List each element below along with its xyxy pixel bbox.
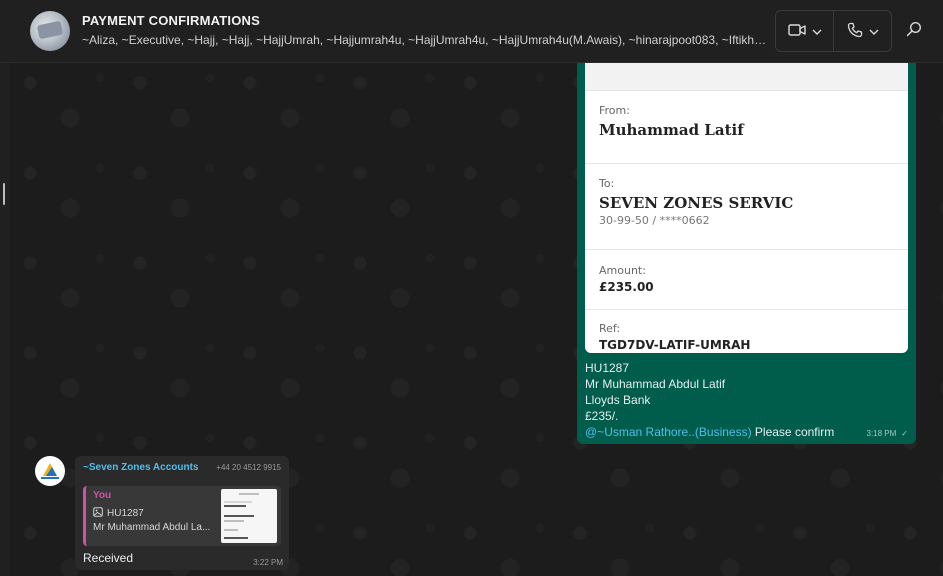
left-rail: [0, 63, 10, 576]
receipt-header-band: [585, 63, 908, 91]
resize-handle[interactable]: [3, 183, 5, 205]
caption-line: Lloyds Bank: [585, 393, 651, 407]
quote-text: HU1287: [107, 508, 144, 519]
receipt-ref-label: Ref:: [599, 322, 621, 335]
message-time: 3:22 PM: [253, 558, 283, 567]
payment-receipt-image[interactable]: From: Muhammad Latif To: SEVEN ZONES SER…: [585, 63, 908, 353]
caption-line: HU1287: [585, 361, 630, 375]
group-title: PAYMENT CONFIRMATIONS: [82, 13, 261, 28]
receipt-to-name: SEVEN ZONES SERVIC: [599, 194, 794, 212]
chevron-down-icon: [869, 24, 879, 38]
group-avatar[interactable]: [30, 11, 70, 51]
quote-line: HU1287: [93, 507, 144, 520]
receipt-amount: £235.00: [599, 280, 654, 294]
receipt-to-label: To:: [599, 177, 615, 190]
receipt-ref-section: Ref: TGD7DV-LATIF-UMRAH: [585, 310, 908, 353]
message-text: Received: [83, 551, 134, 565]
group-members: ~Aliza, ~Executive, ~Hajj, ~Hajj, ~HajjU…: [82, 33, 767, 47]
sender-avatar[interactable]: [35, 456, 65, 486]
call-controls: [775, 10, 892, 52]
incoming-message[interactable]: ~Seven Zones Accounts +44 20 4512 9915 Y…: [75, 456, 289, 570]
quote-author: You: [93, 490, 112, 501]
message-meta: 3:18 PM ✓: [867, 429, 909, 438]
video-call-button[interactable]: [776, 11, 833, 51]
search-icon: [906, 21, 922, 42]
message-list[interactable]: From: Muhammad Latif To: SEVEN ZONES SER…: [10, 63, 943, 576]
sender-name[interactable]: ~Seven Zones Accounts: [83, 462, 199, 473]
chevron-down-icon: [812, 24, 822, 38]
outgoing-message[interactable]: From: Muhammad Latif To: SEVEN ZONES SER…: [577, 63, 916, 444]
caption-text: Please confirm: [751, 425, 835, 439]
seven-zones-logo-icon: [41, 463, 59, 479]
receipt-from-section: From: Muhammad Latif: [585, 91, 908, 164]
chat-header: PAYMENT CONFIRMATIONS ~Aliza, ~Executive…: [0, 0, 943, 63]
sender-phone: +44 20 4512 9915: [216, 463, 281, 472]
video-camera-icon: [787, 23, 806, 40]
receipt-from-name: Muhammad Latif: [599, 121, 744, 139]
phone-icon: [847, 22, 863, 41]
message-caption: HU1287 Mr Muhammad Abdul Latif Lloyds Ba…: [585, 360, 834, 440]
user-mention[interactable]: @~Usman Rathore..(Business): [585, 425, 752, 439]
message-time: 3:18 PM: [866, 429, 897, 438]
receipt-to-section: To: SEVEN ZONES SERVIC 30-99-50 / ****06…: [585, 164, 908, 250]
caption-line: @~Usman Rathore..(Business) Please confi…: [585, 424, 834, 440]
search-button[interactable]: [903, 20, 925, 42]
sent-check-icon: ✓: [901, 429, 908, 438]
receipt-amount-label: Amount:: [599, 264, 646, 277]
whatsapp-window: PAYMENT CONFIRMATIONS ~Aliza, ~Executive…: [0, 0, 943, 576]
voice-call-button[interactable]: [833, 11, 891, 51]
receipt-ref: TGD7DV-LATIF-UMRAH: [599, 338, 751, 352]
caption-line: £235/.: [585, 409, 619, 423]
quote-text: Mr Muhammad Abdul La...: [93, 522, 211, 533]
chat-title-area[interactable]: PAYMENT CONFIRMATIONS ~Aliza, ~Executive…: [82, 13, 767, 47]
receipt-to-account: 30-99-50 / ****0662: [599, 214, 710, 227]
quote-thumbnail: [221, 489, 277, 543]
caption-line: Mr Muhammad Abdul Latif: [585, 377, 726, 391]
quoted-message[interactable]: You HU1287 Mr Muhammad Abdul La...: [83, 486, 281, 546]
receipt-from-label: From:: [599, 104, 630, 117]
receipt-amount-section: Amount: £235.00: [585, 250, 908, 310]
photo-icon: [93, 507, 103, 520]
